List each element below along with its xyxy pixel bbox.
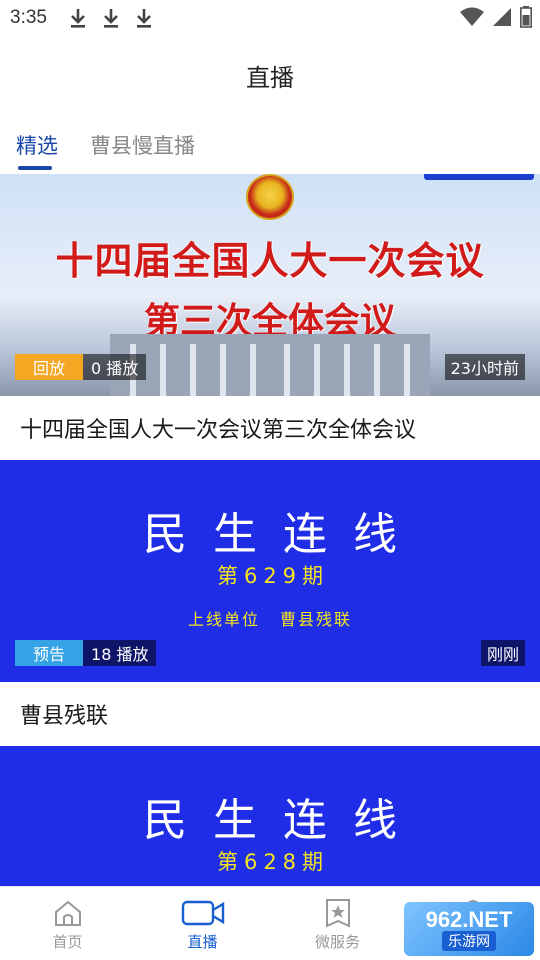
- play-count: 0 播放: [83, 354, 147, 380]
- tab-featured[interactable]: 精选: [16, 130, 58, 170]
- live-card[interactable]: 十四届全国人大一次会议 第三次全体会议 回放 0 播放 23小时前 十四届全国人…: [0, 174, 540, 460]
- thumbnail-headline: 民生连线: [143, 795, 423, 846]
- thumbnail-issue: 第628期: [216, 850, 330, 874]
- star-bookmark-icon: [325, 899, 350, 928]
- unit-label: 上线单位: [187, 610, 260, 629]
- thumbnail-headline: 十四届全国人大一次会议: [55, 239, 485, 283]
- card-thumbnail[interactable]: 民生连线 第629期 上线单位 曹县残联 预告 18 播放 刚刚: [0, 460, 540, 682]
- battery-icon: [520, 6, 532, 28]
- live-card[interactable]: 民生连线 第629期 上线单位 曹县残联 预告 18 播放 刚刚 曹县残联: [0, 460, 540, 746]
- nav-live[interactable]: 直播: [135, 887, 270, 960]
- video-camera-icon: [181, 900, 224, 926]
- thumbnail-unit: 上线单位 曹县残联: [0, 606, 540, 630]
- signal-icon: [493, 8, 511, 26]
- status-icons: [460, 6, 532, 28]
- tab-bar: 精选 曹县慢直播: [16, 130, 195, 170]
- wifi-icon: [460, 7, 484, 26]
- thumbnail-headline: 民生连线: [143, 509, 423, 560]
- nav-label: 首页: [52, 933, 83, 951]
- site-watermark-logo: 962.NET 乐游网: [404, 902, 534, 956]
- play-count: 18 播放: [83, 640, 157, 666]
- page-title: 直播: [246, 64, 294, 92]
- tab-caoxian-slow-live[interactable]: 曹县慢直播: [90, 130, 195, 168]
- card-thumbnail[interactable]: 十四届全国人大一次会议 第三次全体会议 回放 0 播放 23小时前: [0, 174, 540, 396]
- time-ago: 23小时前: [444, 354, 525, 380]
- national-emblem-icon: [246, 174, 294, 220]
- card-title[interactable]: 曹县残联: [0, 682, 540, 746]
- status-badge: 预告: [15, 640, 84, 666]
- corner-tag: [424, 174, 534, 180]
- time-ago: 刚刚: [480, 640, 525, 666]
- download-icon: [103, 9, 118, 28]
- unit-name: 曹县残联: [280, 610, 353, 629]
- nav-label: 直播: [187, 933, 218, 951]
- great-hall-image: [110, 334, 430, 396]
- status-bar: 3:35: [0, 0, 540, 36]
- live-feed: 十四届全国人大一次会议 第三次全体会议 回放 0 播放 23小时前 十四届全国人…: [0, 174, 540, 960]
- home-icon: [54, 900, 81, 926]
- watermark-top: 962.NET: [425, 907, 513, 932]
- download-icon: [136, 9, 151, 28]
- bottom-nav: 首页 直播 微服务 我的 962.NET 乐游网: [0, 886, 540, 960]
- nav-label: 微服务: [314, 933, 360, 951]
- watermark-bottom: 乐游网: [442, 931, 496, 951]
- download-icon: [70, 9, 85, 28]
- card-title[interactable]: 十四届全国人大一次会议第三次全体会议: [0, 396, 540, 460]
- nav-home[interactable]: 首页: [0, 887, 135, 960]
- status-badge: 回放: [15, 354, 84, 380]
- thumbnail-issue: 第629期: [216, 564, 330, 588]
- nav-microservice[interactable]: 微服务: [270, 887, 405, 960]
- card-badges: 预告 18 播放: [15, 640, 157, 666]
- status-time: 3:35: [10, 7, 47, 28]
- card-badges: 回放 0 播放: [15, 354, 147, 380]
